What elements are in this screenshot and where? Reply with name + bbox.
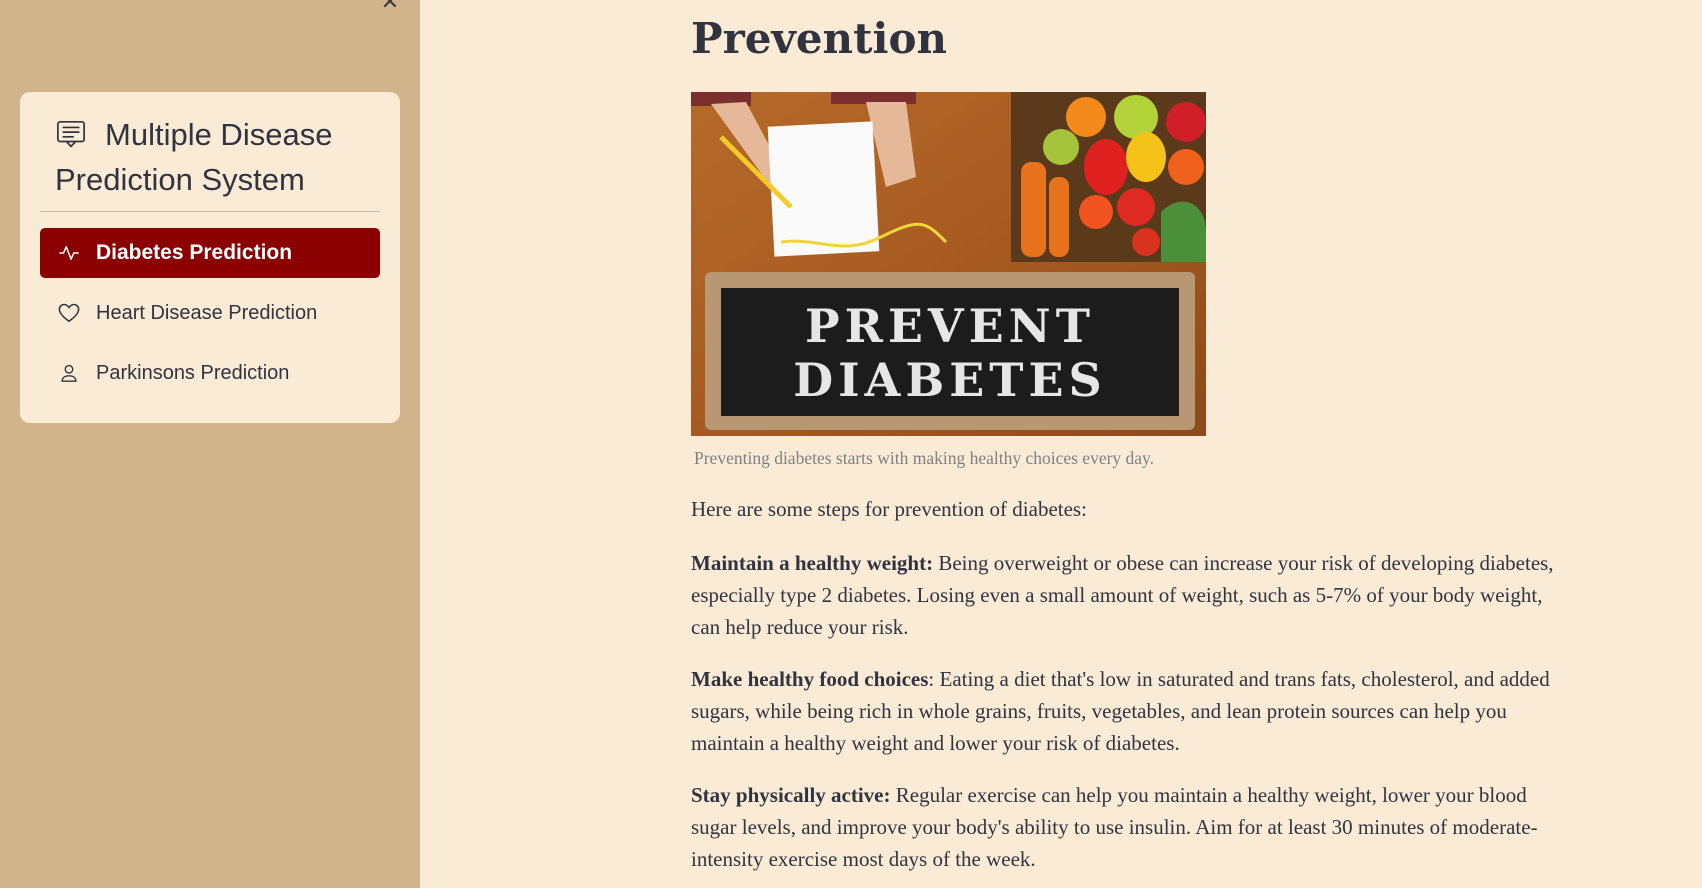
menu-item-diabetes-prediction[interactable]: Diabetes Prediction <box>40 228 380 278</box>
chat-square-text-icon <box>57 120 85 148</box>
activity-icon <box>58 242 80 264</box>
menu-item-label: Heart Disease Prediction <box>96 301 318 324</box>
prevent-diabetes-image: PREVENT DIABETES <box>691 92 1206 436</box>
menu-divider <box>40 211 380 212</box>
menu-item-label: Parkinsons Prediction <box>96 361 290 384</box>
image-caption: Preventing diabetes starts with making h… <box>694 448 1155 468</box>
close-icon[interactable]: ✕ <box>381 0 399 15</box>
page-title: Prevention <box>691 14 947 63</box>
diabetes-text: DIABETES <box>793 353 1107 407</box>
menu-title-text: Multiple Disease Prediction System <box>55 117 333 197</box>
prevent-text: PREVENT <box>805 299 1095 353</box>
person-icon <box>58 362 80 384</box>
heart-icon <box>58 302 80 324</box>
tip-heading: Stay physically active: <box>691 783 891 807</box>
sidebar: ✕ Multiple Disease Prediction System Dia… <box>0 0 420 888</box>
close-sidebar-button[interactable]: ✕ <box>378 0 402 14</box>
menu-item-parkinsons-prediction[interactable]: Parkinsons Prediction <box>40 348 380 398</box>
intro-text: Here are some steps for prevention of di… <box>691 497 1087 521</box>
tip-heading: Make healthy food choices <box>691 667 929 691</box>
menu-item-heart-disease-prediction[interactable]: Heart Disease Prediction <box>40 288 380 338</box>
tip-heading: Maintain a healthy weight: <box>691 551 934 575</box>
tip-maintain-weight: Maintain a healthy weight: Being overwei… <box>691 547 1571 643</box>
tip-healthy-food: Make healthy food choices: Eating a diet… <box>691 663 1571 759</box>
menu-item-label: Diabetes Prediction <box>96 241 293 264</box>
menu-title: Multiple Disease Prediction System <box>55 112 375 202</box>
tip-physically-active: Stay physically active: Regular exercise… <box>691 779 1571 875</box>
option-menu: Multiple Disease Prediction System Diabe… <box>20 92 400 423</box>
